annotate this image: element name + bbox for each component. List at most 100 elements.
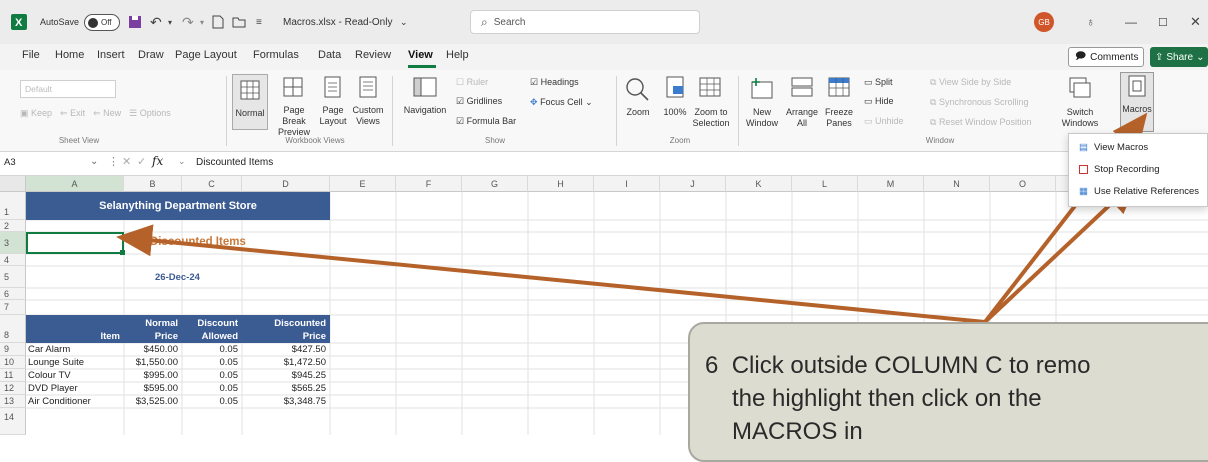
column-header-k[interactable]: K <box>726 176 792 192</box>
select-all-corner[interactable] <box>0 176 26 192</box>
headings-checkbox[interactable]: ☑ Headings <box>530 77 579 88</box>
formula-content[interactable]: Discounted Items <box>196 157 273 168</box>
row-header-9[interactable]: 9 <box>0 343 26 356</box>
column-header-j[interactable]: J <box>660 176 726 192</box>
row-header-13[interactable]: 13 <box>0 395 26 408</box>
redo-icon[interactable]: ↷ <box>182 0 194 44</box>
window-title[interactable]: Macros.xlsx - Read-Only <box>283 0 392 44</box>
menu-item-view-macros[interactable]: ▤ View Macros <box>1079 137 1148 157</box>
synchronous-scrolling-button[interactable]: ⧉ Synchronous Scrolling <box>930 97 1029 108</box>
column-header-a[interactable]: A <box>26 176 124 192</box>
table-cell[interactable]: $945.25 <box>242 369 330 382</box>
row-header-8[interactable]: 8 <box>0 315 26 343</box>
tab-page-layout[interactable]: Page Layout <box>175 49 237 61</box>
column-header-c[interactable]: C <box>182 176 242 192</box>
column-header-m[interactable]: M <box>858 176 924 192</box>
zoom-to-selection-button[interactable]: Zoom to Selection <box>690 74 732 130</box>
confirm-entry-icon[interactable]: ✓ <box>137 155 146 168</box>
keep-button[interactable]: ▣ Keep <box>20 108 52 119</box>
new-file-icon[interactable] <box>212 0 224 44</box>
page-break-preview-button[interactable]: Page Break Preview <box>272 74 316 137</box>
page-layout-button[interactable]: Page Layout <box>318 74 348 130</box>
reset-window-position-button[interactable]: ⧉ Reset Window Position <box>930 117 1031 128</box>
table-cell[interactable]: $1,550.00 <box>124 356 182 369</box>
zoom-100-button[interactable]: 100% <box>658 74 692 130</box>
function-icon[interactable]: fx <box>152 154 163 168</box>
active-cell-a3[interactable] <box>26 232 124 254</box>
cancel-entry-icon[interactable]: ✕ <box>122 155 131 168</box>
tab-data[interactable]: Data <box>318 49 341 61</box>
menu-item-relative-references[interactable]: ▦ Use Relative References <box>1079 181 1199 201</box>
tab-help[interactable]: Help <box>446 49 469 61</box>
formula-bar-checkbox[interactable]: ☑ Formula Bar <box>456 116 516 127</box>
table-cell[interactable]: $450.00 <box>124 343 182 356</box>
table-cell[interactable]: $3,525.00 <box>124 395 182 408</box>
ruler-checkbox[interactable]: ☐ Ruler <box>456 77 488 88</box>
row-header-10[interactable]: 10 <box>0 356 26 369</box>
view-side-by-side-button[interactable]: ⧉ View Side by Side <box>930 77 1011 88</box>
table-cell[interactable]: Colour TV <box>26 369 124 382</box>
column-header-i[interactable]: I <box>594 176 660 192</box>
share-button[interactable]: ⇪ Share ⌄ <box>1150 47 1208 67</box>
tab-file[interactable]: File <box>22 49 40 61</box>
tab-home[interactable]: Home <box>55 49 84 61</box>
row-header-5[interactable]: 5 <box>0 266 26 288</box>
column-header-h[interactable]: H <box>528 176 594 192</box>
redo-dropdown-icon[interactable]: ▾ <box>200 0 204 44</box>
name-box-dropdown-icon[interactable]: ⌄ <box>90 156 98 167</box>
row-header-1[interactable]: 1 <box>0 192 26 220</box>
macros-button[interactable]: Macros ⌄ <box>1120 72 1154 132</box>
comments-button[interactable]: 🗩 Comments <box>1068 47 1144 67</box>
row-header-14[interactable]: 14 <box>0 408 26 435</box>
more-options-icon[interactable]: ⋮ <box>108 155 119 168</box>
column-header-f[interactable]: F <box>396 176 462 192</box>
table-cell[interactable]: $595.00 <box>124 382 182 395</box>
column-header-d[interactable]: D <box>242 176 330 192</box>
zoom-button[interactable]: Zoom <box>620 74 656 130</box>
hide-button[interactable]: ▭ Hide <box>864 96 894 107</box>
menu-item-stop-recording[interactable]: Stop Recording <box>1079 159 1159 179</box>
column-header-e[interactable]: E <box>330 176 396 192</box>
tab-draw[interactable]: Draw <box>138 49 164 61</box>
maximize-icon[interactable]: ☐ <box>1158 0 1168 44</box>
save-icon[interactable] <box>128 0 142 44</box>
open-folder-icon[interactable] <box>232 0 246 44</box>
new-window-button[interactable]: New Window <box>742 74 782 130</box>
freeze-panes-button[interactable]: Freeze Panes <box>820 74 858 130</box>
column-header-n[interactable]: N <box>924 176 990 192</box>
avatar[interactable]: GB <box>1034 0 1054 44</box>
new-view-button[interactable]: ⇐ New <box>93 108 121 119</box>
switch-windows-button[interactable]: Switch Windows <box>1058 74 1102 130</box>
table-cell[interactable]: 0.05 <box>182 395 242 408</box>
table-cell[interactable]: Car Alarm <box>26 343 124 356</box>
exit-button[interactable]: ⇐ Exit <box>60 108 85 119</box>
column-header-b[interactable]: B <box>124 176 182 192</box>
row-header-7[interactable]: 7 <box>0 300 26 315</box>
row-header-4[interactable]: 4 <box>0 254 26 266</box>
row-header-2[interactable]: 2 <box>0 220 26 232</box>
function-dropdown-icon[interactable]: ⌄ <box>178 156 186 167</box>
lightbulb-icon[interactable]: ♁ <box>1086 0 1095 44</box>
table-cell[interactable]: $3,348.75 <box>242 395 330 408</box>
split-button[interactable]: ▭ Split <box>864 77 893 88</box>
minimize-icon[interactable]: — <box>1125 0 1137 44</box>
normal-view-button[interactable]: Normal <box>232 74 268 130</box>
gridlines-checkbox[interactable]: ☑ Gridlines <box>456 96 502 107</box>
column-header-o[interactable]: O <box>990 176 1056 192</box>
table-cell[interactable]: 0.05 <box>182 382 242 395</box>
row-header-6[interactable]: 6 <box>0 288 26 300</box>
table-cell[interactable]: Air Conditioner <box>26 395 124 408</box>
tab-formulas[interactable]: Formulas <box>253 49 299 61</box>
table-cell[interactable]: 0.05 <box>182 356 242 369</box>
table-cell[interactable]: 0.05 <box>182 369 242 382</box>
tab-insert[interactable]: Insert <box>97 49 125 61</box>
table-cell[interactable]: Lounge Suite <box>26 356 124 369</box>
navigation-button[interactable]: Navigation <box>396 74 454 130</box>
column-header-g[interactable]: G <box>462 176 528 192</box>
tab-view[interactable]: View <box>408 49 433 61</box>
name-box[interactable]: A3 <box>4 157 94 168</box>
row-header-12[interactable]: 12 <box>0 382 26 395</box>
table-cell[interactable]: 0.05 <box>182 343 242 356</box>
options-button[interactable]: ☰ Options <box>129 108 171 119</box>
undo-icon[interactable]: ↶ <box>150 0 162 44</box>
